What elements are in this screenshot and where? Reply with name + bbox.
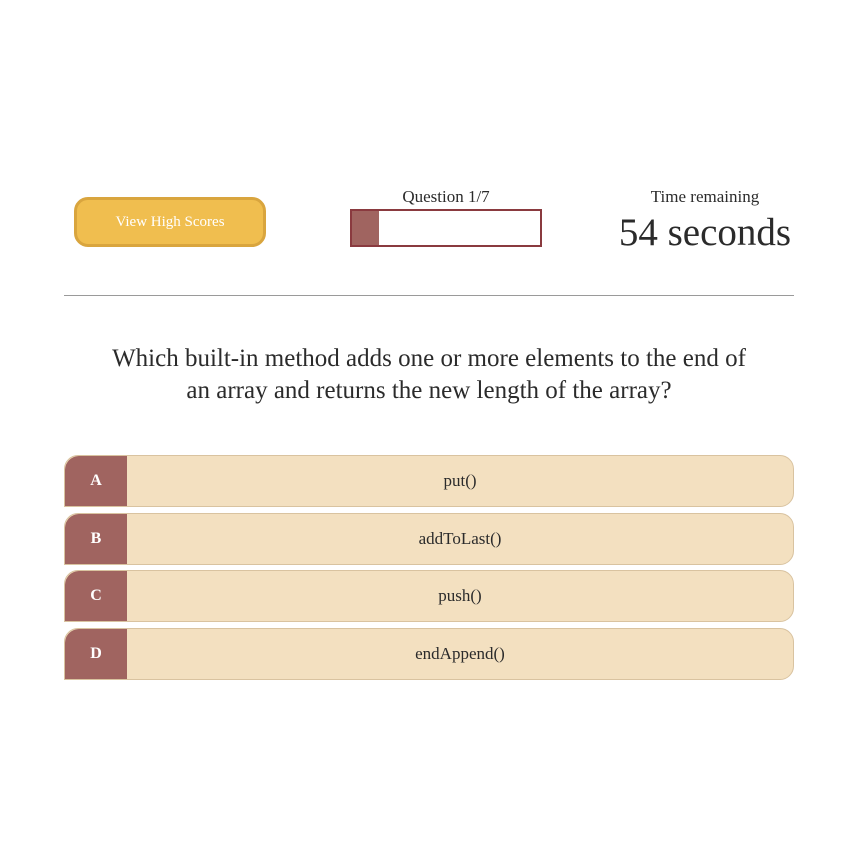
answer-letter: C <box>65 571 127 621</box>
answer-list: A put() B addToLast() C push() D endAppe… <box>64 455 794 685</box>
progress-bar-fill <box>352 211 379 245</box>
answer-letter: A <box>65 456 127 506</box>
quiz-page: View High Scores Question 1/7 Time remai… <box>0 0 858 858</box>
answer-text: addToLast() <box>418 528 502 548</box>
header-divider <box>64 295 794 296</box>
answer-option-a[interactable]: A put() <box>64 455 794 507</box>
answer-option-b[interactable]: B addToLast() <box>64 512 794 565</box>
answer-letter: B <box>65 513 127 564</box>
timer-value: 54 seconds <box>618 211 792 254</box>
answer-option-c[interactable]: C push() <box>64 570 794 622</box>
question-text: Which built-in method adds one or more e… <box>112 345 746 404</box>
answer-text: push() <box>438 586 482 605</box>
answer-text: endAppend() <box>415 643 505 663</box>
progress-bar <box>350 209 542 247</box>
progress-section: Question 1/7 <box>350 186 542 247</box>
view-high-scores-button[interactable]: View High Scores <box>74 197 266 247</box>
answer-text: put() <box>443 471 477 490</box>
timer: Time remaining 54 seconds <box>610 186 800 257</box>
timer-label: Time remaining <box>650 187 760 206</box>
answer-letter: D <box>65 628 127 679</box>
answer-option-d[interactable]: D endAppend() <box>64 627 794 680</box>
question-counter: Question 1/7 <box>402 187 490 206</box>
